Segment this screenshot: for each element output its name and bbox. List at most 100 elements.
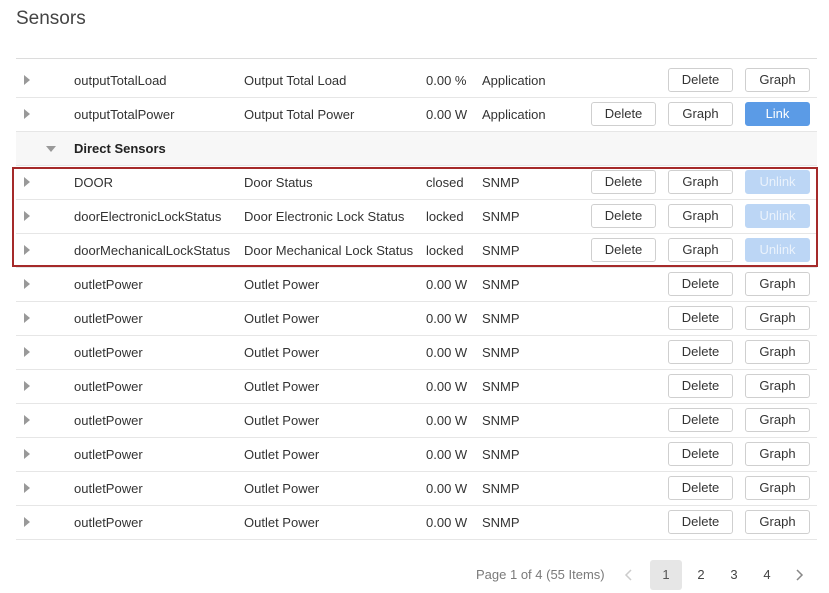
delete-button[interactable]: Delete — [668, 442, 733, 466]
graph-button[interactable]: Graph — [745, 68, 810, 92]
caret-right-icon[interactable] — [24, 381, 30, 391]
graph-button[interactable]: Graph — [745, 306, 810, 330]
caret-right-icon[interactable] — [24, 517, 30, 527]
sensor-name: outletPower — [74, 515, 143, 530]
sensor-name: outputTotalPower — [74, 107, 175, 122]
table-row: doorElectronicLockStatus Door Electronic… — [16, 200, 817, 234]
delete-button[interactable]: Delete — [668, 306, 733, 330]
sensor-source: SNMP — [482, 209, 520, 224]
graph-button[interactable]: Graph — [668, 102, 733, 126]
page-title: Sensors — [16, 8, 86, 29]
caret-right-icon[interactable] — [24, 483, 30, 493]
graph-button[interactable]: Graph — [745, 510, 810, 534]
unlink-button[interactable]: Unlink — [745, 238, 810, 262]
graph-button[interactable]: Graph — [668, 204, 733, 228]
graph-button[interactable]: Graph — [745, 408, 810, 432]
caret-down-icon[interactable] — [46, 146, 56, 152]
sensor-source: SNMP — [482, 345, 520, 360]
delete-button[interactable]: Delete — [668, 374, 733, 398]
sensor-name: outletPower — [74, 481, 143, 496]
page-button-3[interactable]: 3 — [718, 560, 750, 590]
sensor-value: 0.00 W — [426, 481, 468, 496]
caret-right-icon[interactable] — [24, 415, 30, 425]
sensor-name: outputTotalLoad — [74, 73, 167, 88]
unlink-button[interactable]: Unlink — [745, 170, 810, 194]
sensor-source: Application — [482, 107, 546, 122]
sensor-description: Outlet Power — [244, 277, 320, 292]
caret-right-icon[interactable] — [24, 347, 30, 357]
table-row: outletPower Outlet Power 0.00 W SNMP Del… — [16, 302, 817, 336]
delete-button[interactable]: Delete — [668, 408, 733, 432]
sensor-description: Outlet Power — [244, 481, 320, 496]
caret-right-icon[interactable] — [24, 245, 30, 255]
sensor-name: doorElectronicLockStatus — [74, 209, 222, 224]
sensor-value: 0.00 W — [426, 413, 468, 428]
table-row: outputTotalPower Output Total Power 0.00… — [16, 98, 817, 132]
graph-button[interactable]: Graph — [745, 272, 810, 296]
sensor-description: Door Electronic Lock Status — [244, 209, 405, 224]
page-button-2[interactable]: 2 — [685, 560, 717, 590]
sensor-description: Door Status — [244, 175, 313, 190]
delete-button[interactable]: Delete — [591, 102, 656, 126]
delete-button[interactable]: Delete — [591, 170, 656, 194]
sensor-source: SNMP — [482, 447, 520, 462]
delete-button[interactable]: Delete — [591, 204, 656, 228]
chevron-right-icon[interactable] — [789, 560, 809, 590]
graph-button[interactable]: Graph — [745, 374, 810, 398]
link-button[interactable]: Link — [745, 102, 810, 126]
sensor-name: outletPower — [74, 311, 143, 326]
sensor-value: 0.00 W — [426, 311, 468, 326]
delete-button[interactable]: Delete — [668, 476, 733, 500]
group-label: Direct Sensors — [74, 141, 166, 156]
caret-right-icon[interactable] — [24, 449, 30, 459]
sensor-description: Outlet Power — [244, 311, 320, 326]
table-row: outletPower Outlet Power 0.00 W SNMP Del… — [16, 506, 817, 540]
caret-right-icon[interactable] — [24, 313, 30, 323]
page-button-4[interactable]: 4 — [751, 560, 783, 590]
sensor-description: Outlet Power — [244, 345, 320, 360]
graph-button[interactable]: Graph — [668, 170, 733, 194]
graph-button[interactable]: Graph — [745, 476, 810, 500]
unlink-button[interactable]: Unlink — [745, 204, 810, 228]
caret-right-icon[interactable] — [24, 75, 30, 85]
sensor-description: Output Total Load — [244, 73, 347, 88]
caret-right-icon[interactable] — [24, 279, 30, 289]
delete-button[interactable]: Delete — [668, 272, 733, 296]
sensor-source: SNMP — [482, 481, 520, 496]
caret-right-icon[interactable] — [24, 109, 30, 119]
graph-button[interactable]: Graph — [668, 238, 733, 262]
sensors-table: outputTotalLoad Output Total Load 0.00 %… — [16, 64, 817, 540]
sensor-name: outletPower — [74, 413, 143, 428]
sensor-value: 0.00 W — [426, 345, 468, 360]
table-row: outletPower Outlet Power 0.00 W SNMP Del… — [16, 472, 817, 506]
sensor-value: 0.00 W — [426, 379, 468, 394]
delete-button[interactable]: Delete — [591, 238, 656, 262]
chevron-left-icon[interactable] — [619, 560, 639, 590]
graph-button[interactable]: Graph — [745, 442, 810, 466]
sensor-value: 0.00 W — [426, 447, 468, 462]
sensor-source: SNMP — [482, 277, 520, 292]
delete-button[interactable]: Delete — [668, 68, 733, 92]
delete-button[interactable]: Delete — [668, 340, 733, 364]
delete-button[interactable]: Delete — [668, 510, 733, 534]
sensor-name: outletPower — [74, 277, 143, 292]
sensor-value: 0.00 W — [426, 515, 468, 530]
graph-button[interactable]: Graph — [745, 340, 810, 364]
sensor-name: outletPower — [74, 447, 143, 462]
sensor-description: Output Total Power — [244, 107, 355, 122]
caret-right-icon[interactable] — [24, 211, 30, 221]
table-row: doorMechanicalLockStatus Door Mechanical… — [16, 234, 817, 268]
table-row: outletPower Outlet Power 0.00 W SNMP Del… — [16, 404, 817, 438]
title-divider — [16, 58, 817, 59]
caret-right-icon[interactable] — [24, 177, 30, 187]
sensor-name: DOOR — [74, 175, 113, 190]
page-button-1[interactable]: 1 — [650, 560, 682, 590]
table-row: DOOR Door Status closed SNMP Delete Grap… — [16, 166, 817, 200]
sensor-description: Outlet Power — [244, 515, 320, 530]
group-header-direct-sensors[interactable]: Direct Sensors — [16, 132, 817, 166]
table-row: outletPower Outlet Power 0.00 W SNMP Del… — [16, 370, 817, 404]
table-row: outletPower Outlet Power 0.00 W SNMP Del… — [16, 438, 817, 472]
sensor-value: 0.00 W — [426, 277, 468, 292]
sensor-name: outletPower — [74, 379, 143, 394]
sensor-value: 0.00 W — [426, 107, 468, 122]
